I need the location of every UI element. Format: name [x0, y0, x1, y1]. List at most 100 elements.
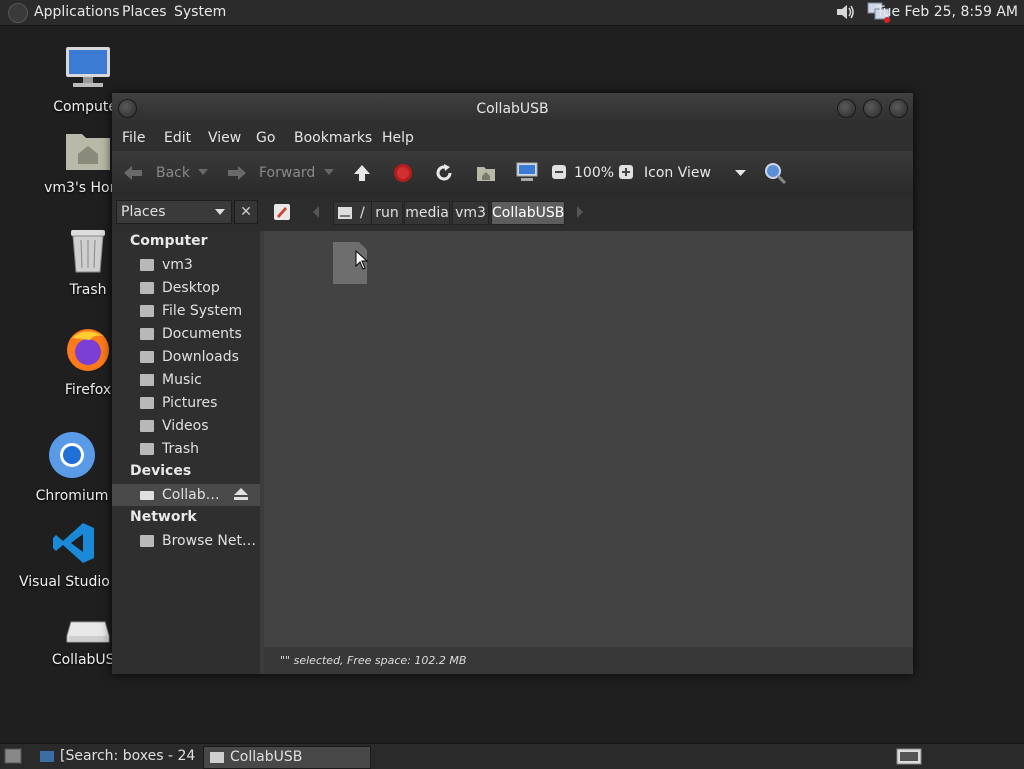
- sidebar-item-vm3[interactable]: vm3: [140, 256, 258, 276]
- zoom-in-icon[interactable]: [618, 164, 634, 180]
- desktop-icon-label: Chromium: [35, 488, 109, 504]
- menu-file[interactable]: File: [122, 130, 145, 146]
- taskbar-item-label: [Search: boxes - 24 i…: [60, 748, 200, 764]
- sidebar-item-documents[interactable]: Documents: [140, 325, 258, 345]
- close-sidebar-button[interactable]: ✕: [234, 200, 258, 224]
- window-icon: [210, 752, 224, 763]
- computer-icon[interactable]: [515, 161, 539, 183]
- sidebar-type-label: Places: [121, 204, 166, 220]
- folder-icon: [140, 397, 154, 409]
- sidebar-item-label: Documents: [162, 326, 242, 342]
- file-view[interactable]: [264, 231, 913, 647]
- sidebar-item-label: vm3: [162, 257, 193, 273]
- bottom-panel: [Search: boxes - 24 i… CollabUSB: [0, 743, 1024, 769]
- back-history-dropdown-icon[interactable]: [198, 169, 208, 175]
- computer-icon: [66, 47, 110, 87]
- taskbar-item-label: CollabUSB: [230, 749, 303, 765]
- sidebar-header-computer: Computer: [130, 233, 208, 249]
- forward-history-dropdown-icon[interactable]: [324, 169, 334, 175]
- firefox-icon: [67, 329, 109, 371]
- menu-help[interactable]: Help: [382, 130, 414, 146]
- clock[interactable]: Tue Feb 25, 8:59 AM: [876, 4, 1018, 20]
- menu-go[interactable]: Go: [256, 130, 275, 146]
- home-folder-icon: [66, 134, 110, 170]
- minimize-button[interactable]: [837, 99, 856, 118]
- mouse-cursor-icon: [355, 250, 369, 270]
- folder-icon: [140, 282, 154, 294]
- show-desktop-icon[interactable]: [4, 748, 22, 764]
- menu-edit[interactable]: Edit: [164, 130, 191, 146]
- sidebar-item-label: Pictures: [162, 395, 218, 411]
- sidebar-item-downloads[interactable]: Downloads: [140, 348, 258, 368]
- network-icon: [140, 535, 154, 547]
- stop-icon[interactable]: [393, 163, 413, 183]
- path-scroll-right-icon[interactable]: [576, 206, 584, 218]
- forward-arrow-icon: [228, 166, 246, 180]
- sidebar-item-videos[interactable]: Videos: [140, 417, 258, 437]
- distro-logo-icon[interactable]: [8, 3, 28, 23]
- menu-bookmarks[interactable]: Bookmarks: [294, 130, 372, 146]
- up-arrow-icon[interactable]: [352, 163, 372, 183]
- top-panel: Applications Places System Tue Feb 25, 8…: [0, 0, 1024, 26]
- edit-location-icon[interactable]: [272, 202, 292, 222]
- sidebar-header-network: Network: [130, 509, 197, 525]
- sidebar-type-select[interactable]: Places: [116, 200, 232, 224]
- desktop-icon-chromium[interactable]: Chromium: [17, 430, 127, 504]
- home-icon[interactable]: [475, 163, 497, 183]
- window-icon: [40, 751, 54, 762]
- path-scroll-left-icon[interactable]: [312, 206, 320, 218]
- forward-button[interactable]: Forward: [259, 165, 315, 181]
- sidebar-item-trash[interactable]: Trash: [140, 440, 258, 460]
- chromium-icon: [49, 432, 95, 478]
- back-button[interactable]: Back: [156, 165, 190, 181]
- menu-view[interactable]: View: [208, 130, 241, 146]
- search-icon[interactable]: [763, 161, 787, 185]
- taskbar-item-collabusb[interactable]: CollabUSB: [203, 746, 371, 769]
- applications-menu[interactable]: Applications: [34, 4, 120, 20]
- home-folder-icon: [140, 259, 154, 271]
- sidebar-item-label: Downloads: [162, 349, 239, 365]
- back-arrow-icon: [124, 166, 142, 180]
- eject-icon[interactable]: [234, 488, 248, 500]
- sidebar-item-label: Browse Net…: [162, 533, 257, 549]
- sidebar-item-label: Music: [162, 372, 202, 388]
- maximize-button[interactable]: [863, 99, 882, 118]
- sidebar-item-browse-network[interactable]: Browse Net…: [140, 532, 258, 552]
- statusbar: "" selected, Free space: 102.2 MB: [264, 647, 913, 674]
- chevron-down-icon: [215, 209, 225, 215]
- sidebar-header-devices: Devices: [130, 463, 192, 479]
- folder-icon: [140, 374, 154, 386]
- close-button[interactable]: [889, 99, 908, 118]
- sidebar-item-music[interactable]: Music: [140, 371, 258, 391]
- sidebar-item-pictures[interactable]: Pictures: [140, 394, 258, 414]
- zoom-out-icon[interactable]: [551, 164, 567, 180]
- sidebar-item-label: Trash: [162, 441, 199, 457]
- view-mode-select[interactable]: Icon View: [644, 165, 711, 181]
- breadcrumb-run[interactable]: run: [371, 201, 403, 225]
- places-sidebar: Computer vm3 Desktop File System Documen…: [112, 231, 260, 674]
- taskbar-item-search[interactable]: [Search: boxes - 24 i…: [34, 746, 200, 767]
- sidebar-item-label: Collab…: [162, 487, 220, 503]
- usb-drive-icon: [140, 491, 154, 500]
- workspace-switcher-icon[interactable]: [896, 748, 922, 765]
- drive-icon: [140, 305, 154, 317]
- sidebar-item-desktop[interactable]: Desktop: [140, 279, 258, 299]
- zoom-level[interactable]: 100%: [574, 165, 614, 181]
- volume-icon[interactable]: [834, 2, 856, 22]
- breadcrumb-collabusb[interactable]: CollabUSB: [491, 201, 565, 225]
- places-menu[interactable]: Places: [122, 4, 167, 20]
- breadcrumb-media[interactable]: media: [404, 201, 450, 225]
- trash-icon: [71, 230, 105, 273]
- chevron-down-icon[interactable]: [735, 170, 746, 176]
- folder-icon: [140, 420, 154, 432]
- breadcrumb-root-label: /: [360, 205, 365, 221]
- breadcrumb-vm3[interactable]: vm3: [452, 201, 489, 225]
- window-titlebar[interactable]: CollabUSB: [112, 93, 913, 125]
- vscode-icon: [53, 523, 94, 563]
- reload-icon[interactable]: [434, 163, 454, 183]
- file-manager-window: CollabUSB File Edit View Go Bookmarks He…: [112, 93, 913, 674]
- sidebar-item-label: File System: [162, 303, 243, 319]
- toolbar: Back Forward 100% Icon View: [112, 151, 913, 196]
- sidebar-item-file-system[interactable]: File System: [140, 302, 258, 322]
- system-menu[interactable]: System: [174, 4, 226, 20]
